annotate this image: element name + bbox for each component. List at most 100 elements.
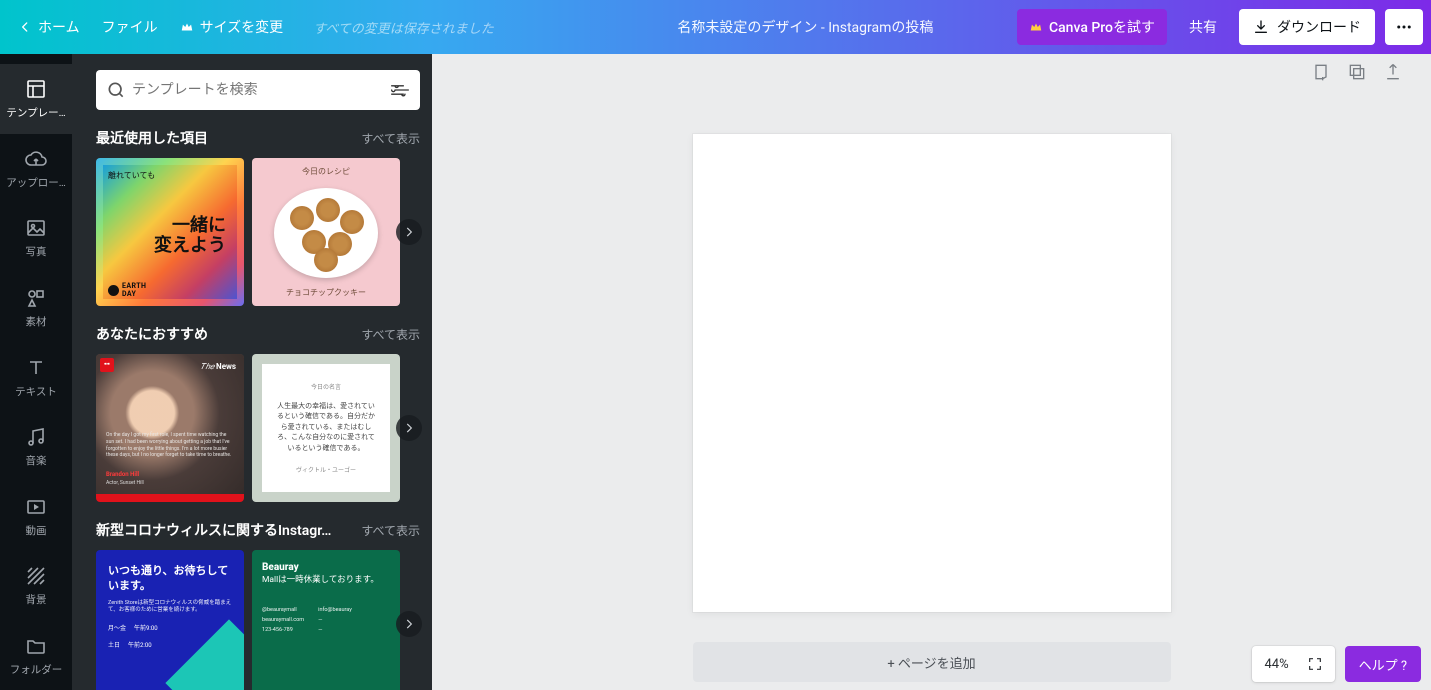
rail-photos[interactable]: 写真	[0, 203, 72, 273]
folder-icon	[24, 634, 48, 658]
template-search[interactable]	[96, 70, 420, 110]
template-text: On the day I got my first role, I spent …	[106, 432, 234, 459]
file-menu[interactable]: ファイル	[102, 17, 158, 37]
rail-uploads[interactable]: アップロー…	[0, 134, 72, 204]
template-text: 月〜金午前9:00	[108, 623, 232, 632]
template-text: Zenith Storeは新型コロナウィルスの脅威を踏まえて、お客様のために営業…	[108, 600, 232, 615]
resize-label: サイズを変更	[200, 17, 284, 37]
rail-background[interactable]: 背景	[0, 551, 72, 621]
share-page-button[interactable]	[1383, 62, 1403, 86]
section-recommended-row: 𝑇ℎ𝑒 News On the day I got my first role,…	[96, 354, 420, 502]
rail-elements-label: 素材	[23, 314, 50, 329]
fullscreen-icon[interactable]	[1307, 656, 1323, 672]
template-text: ヴィクトル・ユーゴー	[296, 465, 356, 474]
note-icon	[1311, 62, 1331, 82]
footer-controls: 44% ヘルプ ?	[1252, 646, 1421, 682]
duplicate-button[interactable]	[1347, 62, 1367, 86]
document-title[interactable]: 名称未設定のデザイン - Instagramの投稿	[594, 17, 1017, 37]
save-status: すべての変更は保存されました	[313, 18, 494, 37]
upload-icon	[1383, 62, 1403, 82]
template-text: EARTHDAY	[122, 282, 146, 298]
row-next-button[interactable]	[396, 611, 422, 637]
chevron-right-icon	[402, 617, 416, 631]
template-text: いつも通り、お待ちしています。	[108, 564, 232, 594]
template-text: チョコチップクッキー	[252, 287, 400, 298]
template-text: 今日の名言	[311, 382, 341, 391]
quote-icon	[102, 360, 112, 370]
section-recent-all[interactable]: すべて表示	[361, 130, 420, 147]
try-pro-button[interactable]: Canva Proを試す	[1017, 9, 1167, 45]
help-button[interactable]: ヘルプ ?	[1345, 646, 1421, 682]
rail-folders[interactable]: フォルダー	[0, 621, 72, 690]
row-next-button[interactable]	[396, 415, 422, 441]
home-label: ホーム	[38, 17, 80, 37]
add-page-button[interactable]: + ページを追加	[693, 642, 1171, 682]
dots-icon	[1395, 18, 1413, 36]
row-next-button[interactable]	[396, 219, 422, 245]
rail-elements[interactable]: 素材	[0, 273, 72, 343]
template-text: 人生最大の幸福は、愛されているという確信である。自分だから愛されている、またはむ…	[274, 401, 378, 454]
background-icon	[24, 564, 48, 588]
rail-photos-label: 写真	[23, 244, 50, 259]
search-icon	[106, 80, 126, 100]
templates-icon	[24, 77, 48, 101]
rail-videos-label: 動画	[23, 523, 50, 538]
template-item[interactable]: 今日のレシピ チョコチップクッキー	[252, 158, 400, 306]
templates-panel: 最近使用した項目 すべて表示 離れていても 一緒に変えよう EARTHDAY 今…	[72, 54, 432, 690]
section-recommended-head: あなたにおすすめ すべて表示	[96, 324, 420, 344]
section-covid-title: 新型コロナウィルスに関するInstagr…	[96, 520, 331, 540]
rail-videos[interactable]: 動画	[0, 481, 72, 551]
rail-music-label: 音楽	[23, 453, 50, 468]
copy-icon	[1347, 62, 1367, 82]
plate-illustration	[274, 188, 378, 278]
video-icon	[24, 495, 48, 519]
share-button[interactable]: 共有	[1177, 9, 1229, 45]
rail-templates-label: テンプレー…	[3, 105, 68, 120]
more-menu-button[interactable]	[1385, 9, 1423, 45]
try-pro-label: Canva Proを試す	[1049, 17, 1155, 37]
template-text: Actor, Sunset Hill	[106, 480, 144, 486]
section-recent-title: 最近使用した項目	[96, 128, 208, 148]
template-item[interactable]: いつも通り、お待ちしています。 Zenith Storeは新型コロナウィルスの脅…	[96, 550, 244, 690]
template-item[interactable]: 離れていても 一緒に変えよう EARTHDAY	[96, 158, 244, 306]
section-covid-all[interactable]: すべて表示	[361, 522, 420, 539]
resize-menu[interactable]: サイズを変更	[180, 17, 284, 37]
search-input[interactable]	[132, 82, 384, 98]
zoom-control[interactable]: 44%	[1252, 646, 1334, 682]
template-item[interactable]: Beauray Mallは一時休業しております。 @beauraymallbea…	[252, 550, 400, 690]
template-item[interactable]: 𝑇ℎ𝑒 News On the day I got my first role,…	[96, 354, 244, 502]
free-badge	[100, 358, 114, 372]
design-canvas[interactable]	[693, 134, 1171, 612]
rail-background-label: 背景	[23, 592, 50, 607]
filter-icon[interactable]	[390, 80, 410, 100]
template-item[interactable]: 今日の名言 人生最大の幸福は、愛されているという確信である。自分だから愛されてい…	[252, 354, 400, 502]
music-icon	[24, 425, 48, 449]
rail-templates[interactable]: テンプレー…	[0, 64, 72, 134]
template-text: 𝑇ℎ𝑒 News	[200, 362, 236, 372]
section-recent-row: 離れていても 一緒に変えよう EARTHDAY 今日のレシピ チョコチップクッキ…	[96, 158, 420, 306]
rail-music[interactable]: 音楽	[0, 412, 72, 482]
section-covid-row: いつも通り、お待ちしています。 Zenith Storeは新型コロナウィルスの脅…	[96, 550, 420, 690]
download-button[interactable]: ダウンロード	[1239, 9, 1375, 45]
template-text: 今日のレシピ	[252, 166, 400, 177]
download-label: ダウンロード	[1277, 17, 1361, 37]
header-left: ホーム ファイル サイズを変更 すべての変更は保存されました	[0, 17, 494, 37]
dot-icon	[108, 285, 119, 296]
text-icon	[24, 356, 48, 380]
editor-stage: + ページを追加 44% ヘルプ ?	[432, 54, 1431, 690]
notes-button[interactable]	[1311, 62, 1331, 86]
template-text: Brandon Hill	[106, 471, 139, 478]
rail-text[interactable]: テキスト	[0, 342, 72, 412]
download-icon	[1253, 19, 1269, 35]
header-right: Canva Proを試す 共有 ダウンロード	[1017, 9, 1431, 45]
crown-icon	[180, 20, 194, 34]
template-text: Mallは一時休業しております。	[262, 575, 390, 587]
section-recommended-title: あなたにおすすめ	[96, 324, 208, 344]
template-text: @beauraymallbeauraymall.com123-456-789 i…	[262, 607, 390, 633]
home-button[interactable]: ホーム	[18, 17, 80, 37]
page-tools	[1311, 62, 1403, 86]
zoom-value: 44%	[1264, 657, 1288, 672]
section-recent-head: 最近使用した項目 すべて表示	[96, 128, 420, 148]
template-text: 離れていても	[108, 170, 155, 181]
section-recommended-all[interactable]: すべて表示	[361, 326, 420, 343]
